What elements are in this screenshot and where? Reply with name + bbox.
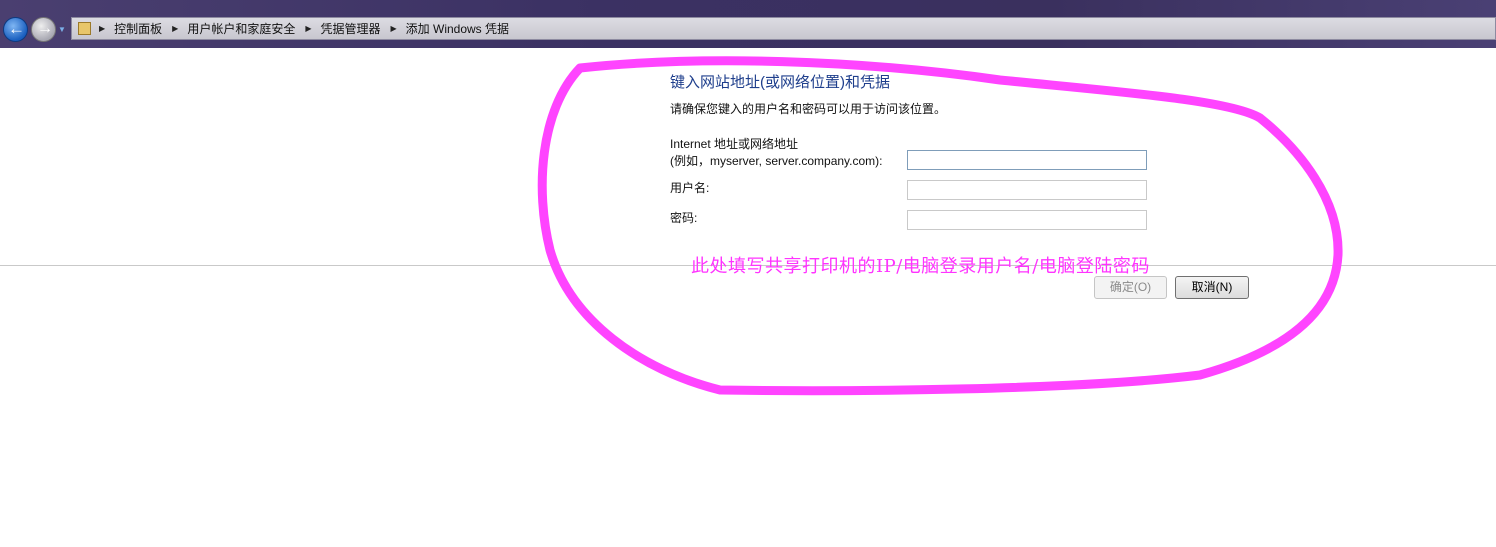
address-bar[interactable]: ▶ 控制面板 ▶ 用户帐户和家庭安全 ▶ 凭据管理器 ▶ 添加 Windows … xyxy=(71,17,1496,40)
chevron-right-icon[interactable]: ▶ xyxy=(305,24,311,33)
cancel-button[interactable]: 取消(N) xyxy=(1175,276,1249,299)
breadcrumb-add-windows-credential[interactable]: 添加 Windows 凭据 xyxy=(406,20,509,37)
chevron-right-icon[interactable]: ▶ xyxy=(391,24,397,33)
address-label-line1: Internet 地址或网络地址 xyxy=(670,137,799,151)
address-label: Internet 地址或网络地址 (例如，myserver, server.co… xyxy=(670,136,883,170)
username-input[interactable] xyxy=(907,180,1147,200)
address-input[interactable] xyxy=(907,150,1147,170)
annotation-text: 此处填写共享打印机的IP/电脑登录用户名/电脑登陆密码 xyxy=(691,256,1150,277)
breadcrumb-user-accounts[interactable]: 用户帐户和家庭安全 xyxy=(187,20,295,37)
control-panel-icon xyxy=(78,22,91,35)
back-button[interactable] xyxy=(3,17,28,42)
page-subtitle: 请确保您键入的用户名和密码可以用于访问该位置。 xyxy=(670,102,947,116)
breadcrumb-credential-manager[interactable]: 凭据管理器 xyxy=(321,20,381,37)
forward-button[interactable] xyxy=(31,17,56,42)
username-label: 用户名: xyxy=(670,181,710,195)
breadcrumb-control-panel[interactable]: 控制面板 xyxy=(114,20,162,37)
chevron-right-icon[interactable]: ▶ xyxy=(99,24,105,33)
address-label-line2: (例如，myserver, server.company.com): xyxy=(670,154,883,168)
page-title: 键入网站地址(或网络位置)和凭据 xyxy=(670,74,890,91)
recent-pages-dropdown-icon[interactable]: ▼ xyxy=(58,25,66,34)
password-input[interactable] xyxy=(907,210,1147,230)
ok-button[interactable]: 确定(O) xyxy=(1094,276,1167,299)
password-label: 密码: xyxy=(670,211,698,225)
chevron-right-icon[interactable]: ▶ xyxy=(172,24,178,33)
